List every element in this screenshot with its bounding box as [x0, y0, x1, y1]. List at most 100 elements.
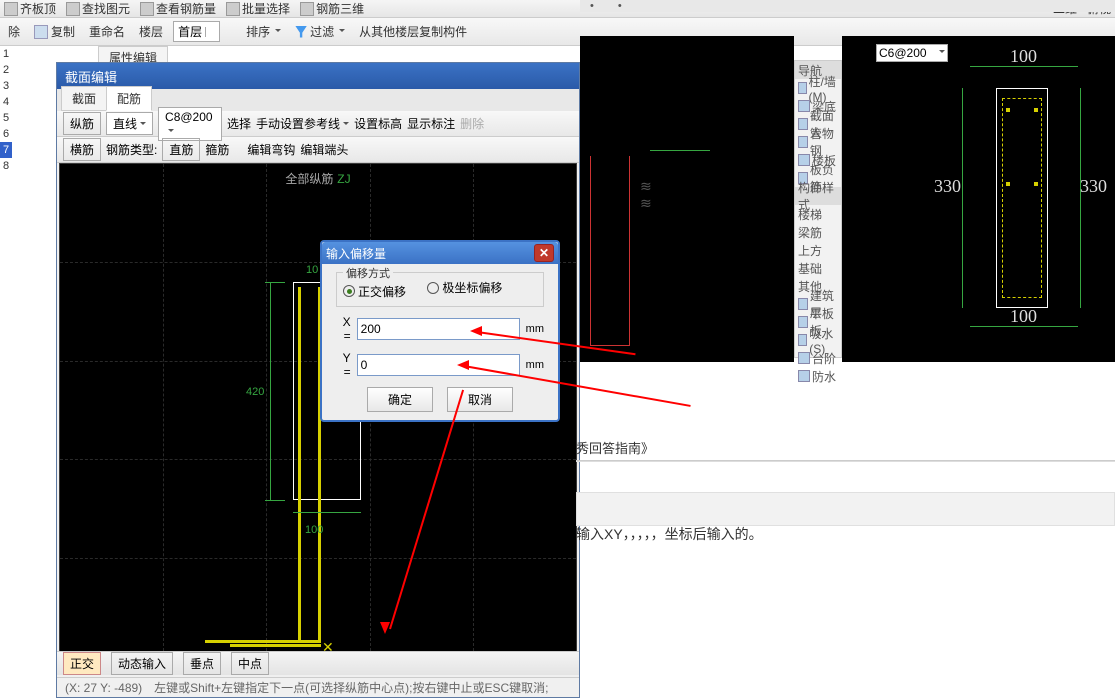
toolbar-item[interactable]: 钢筋三维: [300, 0, 364, 17]
ortho-radio[interactable]: 正交偏移: [343, 283, 406, 300]
delete-button[interactable]: 除: [4, 21, 24, 42]
dimension: 420: [246, 386, 264, 398]
dyn-input-toggle[interactable]: 动态输入: [111, 652, 173, 675]
x-input[interactable]: [357, 318, 520, 340]
spec-select[interactable]: C8@200: [158, 107, 222, 141]
header-item[interactable]: •: [618, 0, 622, 12]
dim-line: [962, 88, 963, 308]
toolbar-item[interactable]: 批量选择: [226, 0, 290, 17]
dialog-title: 输入偏移量 ✕: [322, 242, 558, 264]
show-mark-button[interactable]: 显示标注: [407, 115, 455, 132]
batch-select-icon: [226, 2, 240, 16]
copy-icon: [34, 25, 48, 39]
list-item[interactable]: 8: [0, 158, 12, 174]
filter-button[interactable]: 过滤: [291, 21, 349, 42]
chevron-down-icon: [205, 27, 215, 37]
canvas-title: 全部纵筋 ZJ: [285, 170, 350, 187]
canvas-statusbar: 正交 动态输入 垂点 中点: [57, 651, 579, 675]
y-label: Y =: [336, 351, 351, 379]
arrow-head-icon: [452, 360, 469, 370]
hengjin-button[interactable]: 横筋: [63, 138, 101, 161]
toolbar-item[interactable]: 齐板顶: [4, 0, 56, 17]
dim-tick: [265, 282, 285, 283]
panel-item[interactable]: 基础: [795, 259, 841, 277]
toolbar-item[interactable]: 查看钢筋量: [140, 0, 216, 17]
right-nav-panel: 导航 柱/墙(M) 梁底 截面人 管物钢 楼板 板负筋 构件样式 楼梯 梁筋 上…: [794, 60, 842, 358]
arrow-head-icon: [380, 622, 390, 639]
section-icon: [798, 118, 808, 130]
rebar-type-label: 钢筋类型:: [106, 141, 157, 158]
remove-button[interactable]: 删除: [460, 115, 484, 132]
floor-select[interactable]: 首层: [173, 21, 220, 42]
list-item[interactable]: 6: [0, 126, 12, 142]
straight-button[interactable]: 直筋: [162, 138, 200, 161]
status-hint: (X: 27 Y: -489) 左键或Shift+左键指定下一点(可选择纵筋中心…: [57, 677, 579, 697]
x-label: X =: [336, 315, 351, 343]
line-select[interactable]: 直线: [106, 112, 153, 135]
spec-select-right[interactable]: C6@200: [876, 44, 948, 62]
ortho-toggle[interactable]: 正交: [63, 652, 101, 675]
list-item[interactable]: 5: [0, 110, 12, 126]
page-header-partial: • •: [580, 0, 1115, 12]
right-canvas-1[interactable]: ≋≋: [580, 36, 794, 362]
ok-button[interactable]: 确定: [367, 387, 433, 412]
divider: [576, 460, 1115, 462]
copy-button[interactable]: 复制: [30, 21, 79, 42]
dimension: 330: [1080, 176, 1107, 197]
list-item[interactable]: 4: [0, 94, 12, 110]
list-item-selected[interactable]: 7: [0, 142, 12, 158]
zongjin-button[interactable]: 纵筋: [63, 112, 101, 135]
stirrup-button[interactable]: 箍筋: [205, 141, 229, 158]
list-item[interactable]: 1: [0, 46, 12, 62]
tab-rebar[interactable]: 配筋: [106, 86, 152, 111]
floor-label: 楼层: [135, 21, 167, 42]
right-canvas-2[interactable]: 100 330 330 100: [842, 36, 1115, 362]
fieldset-legend: 偏移方式: [343, 265, 393, 281]
panel-item[interactable]: 管物钢: [795, 133, 841, 151]
answer-bar: [576, 492, 1115, 526]
manual-ref-button[interactable]: 手动设置参考线: [256, 115, 349, 132]
select-button[interactable]: 选择: [227, 115, 251, 132]
panel-item[interactable]: 防水: [795, 367, 841, 385]
dimension: 100: [1010, 46, 1037, 67]
chevron-down-icon: [140, 122, 146, 128]
set-elevation-button[interactable]: 设置标高: [354, 115, 402, 132]
rebar-line: [298, 287, 301, 643]
dim-line: [293, 512, 361, 513]
view-rebar-icon: [140, 2, 154, 16]
panel-item[interactable]: 柱/墙(M): [795, 79, 841, 97]
pipe-icon: [798, 136, 808, 148]
column-icon: [798, 82, 807, 94]
edit-hook-button[interactable]: 编辑弯钩: [247, 141, 295, 158]
rebar-toolbar-2: 横筋 钢筋类型: 直筋 箍筋 编辑弯钩 编辑端头: [57, 137, 579, 163]
polar-radio[interactable]: 极坐标偏移: [427, 279, 502, 296]
header-item[interactable]: •: [590, 0, 594, 12]
rebar-line: [230, 644, 321, 647]
dimension: 330: [934, 176, 961, 197]
offset-mode-fieldset: 偏移方式 正交偏移 极坐标偏移: [336, 272, 544, 307]
close-button[interactable]: ✕: [534, 244, 554, 262]
perp-toggle[interactable]: 垂点: [183, 652, 221, 675]
building-icon: [798, 298, 808, 310]
panel-item[interactable]: 梁筋: [795, 223, 841, 241]
panel-item[interactable]: 台阶: [795, 349, 841, 367]
list-item[interactable]: 3: [0, 78, 12, 94]
flat-icon: [798, 316, 808, 328]
list-item[interactable]: 2: [0, 62, 12, 78]
arrow-head-icon: [465, 326, 482, 336]
panel-item[interactable]: 上方: [795, 241, 841, 259]
spring-icon: ≋≋: [640, 178, 650, 212]
sort-button[interactable]: 排序: [242, 21, 285, 42]
chevron-down-icon: [168, 129, 174, 135]
panel-item[interactable]: 吸水(S): [795, 331, 841, 349]
rebar-3d-icon: [300, 2, 314, 16]
rename-button[interactable]: 重命名: [85, 21, 129, 42]
offset-dialog: 输入偏移量 ✕ 偏移方式 正交偏移 极坐标偏移 X = mm Y = mm 确定…: [320, 240, 560, 422]
guide-link[interactable]: 秀回答指南》: [576, 438, 654, 457]
mid-toggle[interactable]: 中点: [231, 652, 269, 675]
edit-end-button[interactable]: 编辑端头: [300, 141, 348, 158]
toolbar-item[interactable]: 查找图元: [66, 0, 130, 17]
tab-section[interactable]: 截面: [61, 86, 107, 111]
copy-from-floor-button[interactable]: 从其他楼层复制构件: [355, 21, 471, 42]
hint-text: 左键或Shift+左键指定下一点(可选择纵筋中心点);按右键中止或ESC键取消;: [154, 679, 548, 696]
